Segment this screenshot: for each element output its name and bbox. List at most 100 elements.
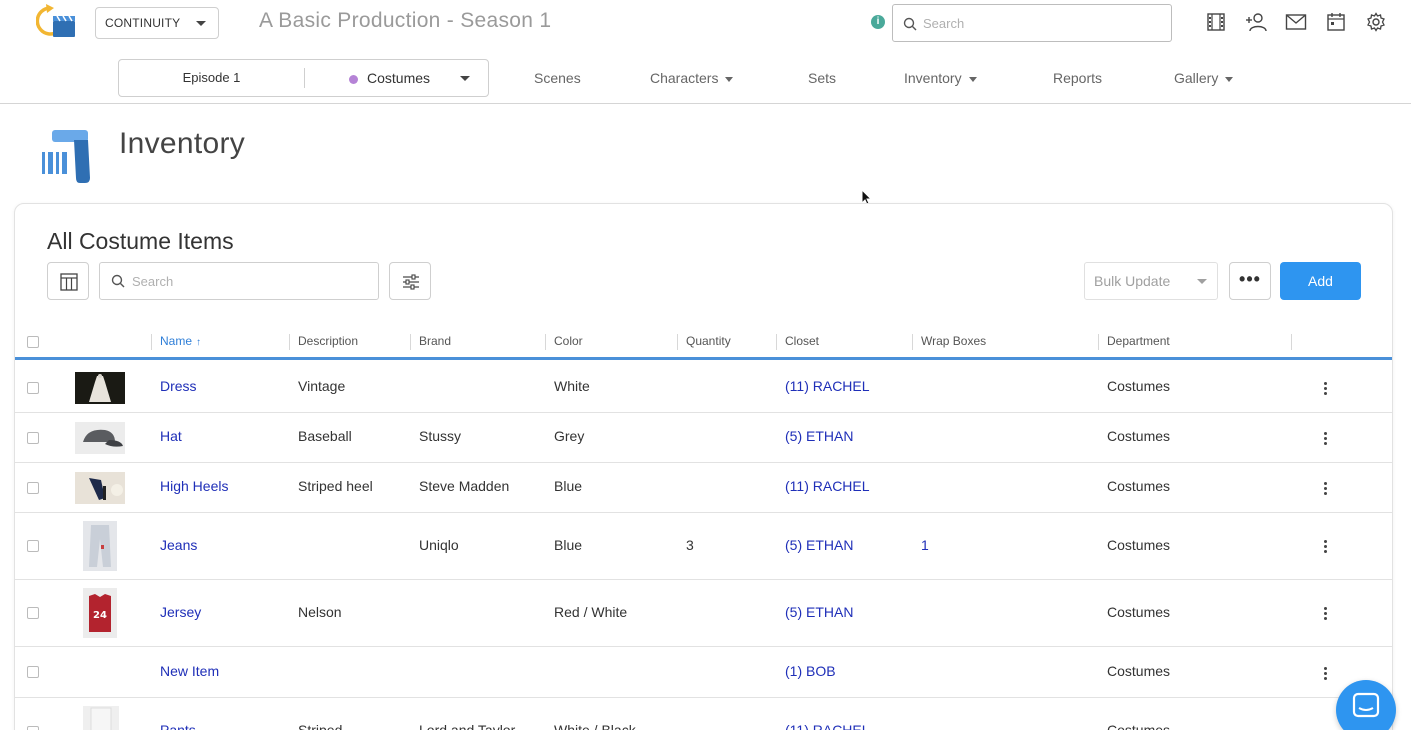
columns-toggle-button[interactable] [47,262,89,300]
row-checkbox[interactable] [27,540,39,552]
module-selector[interactable]: CONTINUITY [95,7,219,39]
info-icon[interactable]: i [871,15,885,29]
global-search[interactable] [892,4,1172,42]
episode-selector[interactable]: Episode 1 [119,60,304,96]
row-checkbox[interactable] [27,726,39,730]
row-checkbox[interactable] [27,607,39,619]
table-row[interactable]: High Heels Striped heel Steve Madden Blu… [15,463,1392,513]
table-row[interactable]: 24 Jersey Nelson Red / White (5) ETHAN C… [15,580,1392,647]
production-title: A Basic Production - Season 1 [259,9,552,32]
closet-link[interactable]: (11) RACHEL [785,478,870,494]
chevron-down-icon[interactable] [460,76,470,81]
item-name-link[interactable]: Jersey [160,604,201,620]
main-nav: Episode 1 Costumes Scenes Characters Set… [0,56,1411,104]
item-thumbnail[interactable] [75,422,125,454]
sort-ascending-icon: ↑ [196,337,202,348]
item-quantity: 3 [686,537,694,553]
inventory-card: All Costume Items Bulk Update ••• Add Na… [14,203,1393,730]
item-thumbnail[interactable] [75,372,125,404]
filter-button[interactable] [389,262,431,300]
item-name-link[interactable]: High Heels [160,478,228,494]
column-header-wrap-boxes[interactable]: Wrap Boxes [921,326,986,357]
bulk-update-dropdown[interactable]: Bulk Update [1084,262,1218,300]
item-name-link[interactable]: Pants [160,722,196,730]
global-search-input[interactable] [923,5,1163,41]
wrap-boxes-link[interactable]: 1 [921,537,929,553]
item-name-link[interactable]: New Item [160,663,219,679]
row-menu-kebab-icon[interactable] [1324,607,1328,622]
department-color-dot [349,75,358,84]
item-description: Vintage [298,378,346,394]
column-header-name[interactable]: Name ↑ [160,326,201,357]
item-thumbnail[interactable] [83,521,117,571]
row-menu-kebab-icon[interactable] [1324,540,1328,555]
settings-gear-icon[interactable] [1366,12,1386,32]
closet-link[interactable]: (5) ETHAN [785,537,853,553]
nav-gallery[interactable]: Gallery [1174,56,1234,100]
row-menu-kebab-icon[interactable] [1324,432,1328,447]
card-title: All Costume Items [47,228,234,254]
chat-support-button[interactable] [1336,680,1396,730]
item-thumbnail[interactable] [83,706,119,730]
column-header-description[interactable]: Description [298,326,358,357]
column-header-closet[interactable]: Closet [785,326,819,357]
table-row[interactable]: Pants Striped Lord and Taylor White / Bl… [15,698,1392,730]
item-name-link[interactable]: Jeans [160,537,197,553]
row-menu-kebab-icon[interactable] [1324,382,1328,397]
closet-link[interactable]: (1) BOB [785,663,836,679]
column-header-name-label: Name [160,334,193,348]
column-header-color[interactable]: Color [554,326,583,357]
chat-icon [1352,692,1380,718]
nav-reports[interactable]: Reports [1053,56,1102,100]
chevron-down-icon [1197,279,1207,284]
table-row[interactable]: Hat Baseball Stussy Grey (5) ETHAN Costu… [15,413,1392,463]
closet-link[interactable]: (11) RACHEL [785,378,870,394]
columns-icon [60,273,78,291]
row-checkbox[interactable] [27,666,39,678]
column-header-department[interactable]: Department [1107,326,1170,357]
item-thumbnail[interactable] [75,472,125,504]
item-color: Red / White [554,604,628,620]
nav-inventory[interactable]: Inventory [904,56,977,100]
row-checkbox[interactable] [27,432,39,444]
calendar-icon[interactable] [1326,12,1346,32]
table-row[interactable]: Dress Vintage White (11) RACHEL Costumes [15,363,1392,413]
table-search-input[interactable] [132,263,372,299]
continuity-logo[interactable] [36,4,78,40]
table-header: Name ↑ Description Brand Color Quantity C… [15,326,1392,360]
item-thumbnail[interactable]: 24 [83,588,117,638]
column-header-brand[interactable]: Brand [419,326,451,357]
row-checkbox[interactable] [27,482,39,494]
item-brand: Uniqlo [419,537,459,553]
nav-scenes-label: Scenes [534,70,581,86]
sliders-icon [403,274,419,290]
mail-icon[interactable] [1285,12,1307,32]
column-divider [776,334,777,350]
nav-gallery-label: Gallery [1174,70,1219,86]
column-divider [289,334,290,350]
nav-characters[interactable]: Characters [650,56,734,100]
row-menu-kebab-icon[interactable] [1324,482,1328,497]
closet-link[interactable]: (5) ETHAN [785,604,853,620]
item-name-link[interactable]: Hat [160,428,182,444]
table-row[interactable]: Jeans Uniqlo Blue 3 (5) ETHAN 1 Costumes [15,513,1392,580]
table-row[interactable]: New Item (1) BOB Costumes [15,647,1392,698]
select-all-checkbox[interactable] [27,336,39,348]
item-name-link[interactable]: Dress [160,378,197,394]
table-search[interactable] [99,262,379,300]
add-item-button[interactable]: Add [1280,262,1361,300]
nav-sets[interactable]: Sets [808,56,836,100]
closet-link[interactable]: (5) ETHAN [785,428,853,444]
more-options-button[interactable]: ••• [1229,262,1271,300]
closet-link[interactable]: (11) RACHEL [785,722,870,730]
search-icon [903,17,917,31]
episode-department-selector: Episode 1 Costumes [118,59,489,97]
row-menu-kebab-icon[interactable] [1324,667,1328,682]
column-header-quantity[interactable]: Quantity [686,326,731,357]
column-divider [545,334,546,350]
film-icon[interactable] [1206,12,1226,32]
add-user-icon[interactable] [1245,12,1267,32]
row-checkbox[interactable] [27,382,39,394]
nav-scenes[interactable]: Scenes [534,56,581,100]
department-selector[interactable]: Costumes [367,60,430,96]
